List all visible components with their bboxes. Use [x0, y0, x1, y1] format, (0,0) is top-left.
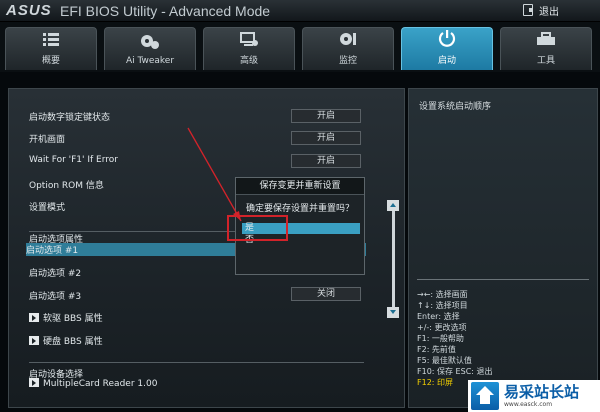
- tab-label: 监控: [338, 56, 357, 66]
- exit-icon: [523, 4, 533, 16]
- tab-overview[interactable]: 概要: [5, 27, 97, 70]
- scroll-up-icon[interactable]: [387, 200, 399, 211]
- tab-label: Ai Tweaker: [125, 56, 175, 66]
- watermark: 易采站长站 www.easck.com: [468, 380, 600, 412]
- key-hint: +/-: 更改选项: [417, 323, 467, 332]
- exit-button[interactable]: 退出: [523, 2, 575, 18]
- key-hint: F1: 一般帮助: [417, 334, 464, 343]
- help-divider: [417, 279, 589, 280]
- boot-option-3-value[interactable]: 关闭: [291, 287, 361, 301]
- watermark-title: 易采站长站: [504, 383, 580, 401]
- section-divider: [29, 362, 364, 363]
- help-title: 设置系统启动顺序: [419, 102, 492, 112]
- tab-boot[interactable]: 启动: [401, 27, 493, 70]
- dialog-question: 确定要保存设置并重置吗？: [245, 204, 354, 214]
- key-hint: F10: 保存 ESC: 退出: [417, 367, 493, 376]
- boot-screen-value[interactable]: 开启: [291, 131, 361, 145]
- wait-f1-label: Wait For 'F1' If Error: [29, 155, 118, 165]
- key-hint: F5: 最佳默认值: [417, 356, 472, 365]
- asus-logo: ASUS: [6, 2, 52, 19]
- hdd-bbs-item[interactable]: 硬盘 BBS 属性: [29, 334, 103, 347]
- wait-f1-value[interactable]: 开启: [291, 154, 361, 168]
- option-rom-label: Option ROM 信息: [29, 181, 104, 191]
- tab-monitor[interactable]: 监控: [302, 27, 394, 70]
- title-bar: ASUS EFI BIOS Utility - Advanced Mode 退出: [0, 0, 600, 22]
- key-hint-highlighted: F12: 印屏: [417, 378, 454, 387]
- tweaker-icon: [141, 35, 159, 49]
- key-hint: ↑↓: 选择项目: [417, 301, 468, 310]
- tool-icon: [537, 32, 555, 45]
- submenu-arrow-icon: [29, 378, 39, 387]
- scroll-track[interactable]: [392, 211, 395, 307]
- annotation-highlight-box: [227, 215, 288, 241]
- boot-device-item[interactable]: MultipleCard Reader 1.00: [29, 378, 157, 391]
- key-hint: →←: 选择画面: [417, 290, 468, 299]
- fan-icon: [340, 33, 356, 45]
- tab-tool[interactable]: 工具: [500, 27, 592, 70]
- boot-option-2-label[interactable]: 启动选项 #2: [29, 266, 81, 279]
- exit-label: 退出: [539, 6, 559, 18]
- tab-ai-tweaker[interactable]: Ai Tweaker: [104, 27, 196, 70]
- list-icon: [43, 33, 59, 46]
- advanced-icon: [240, 32, 258, 46]
- numlock-value[interactable]: 开启: [291, 109, 361, 123]
- submenu-arrow-icon: [29, 336, 39, 345]
- tab-label: 高级: [239, 56, 258, 66]
- boot-screen-label: 开机画面: [29, 135, 66, 145]
- house-icon: [471, 382, 499, 410]
- boot-device-label: MultipleCard Reader 1.00: [43, 379, 158, 389]
- boot-option-3-label: 启动选项 #3: [29, 292, 82, 302]
- scrollbar[interactable]: [387, 200, 399, 318]
- tab-label: 启动: [437, 56, 456, 66]
- hdd-bbs-label: 硬盘 BBS 属性: [43, 337, 103, 347]
- help-panel: 设置系统启动顺序 →←: 选择画面 ↑↓: 选择项目 Enter: 选择 +/-…: [408, 88, 598, 408]
- dialog-title: 保存变更并重新设置: [236, 178, 364, 195]
- key-hint: Enter: 选择: [417, 312, 460, 321]
- tab-advanced[interactable]: 高级: [203, 27, 295, 70]
- watermark-url: www.easck.com: [504, 401, 553, 408]
- app-title: EFI BIOS Utility - Advanced Mode: [60, 3, 271, 19]
- scroll-down-icon[interactable]: [387, 307, 399, 318]
- tab-label: 工具: [536, 56, 555, 66]
- power-icon: [438, 30, 456, 47]
- floppy-bbs-label: 软驱 BBS 属性: [43, 314, 103, 324]
- submenu-arrow-icon: [29, 313, 39, 322]
- boot-option-1-label: 启动选项 #1: [26, 246, 79, 256]
- key-hint: F2: 先前值: [417, 345, 456, 354]
- numlock-label: 启动数字锁定键状态: [29, 113, 111, 123]
- floppy-bbs-item[interactable]: 软驱 BBS 属性: [29, 311, 103, 324]
- setup-mode-label[interactable]: 设置模式: [29, 200, 65, 213]
- tab-bar: 概要 Ai Tweaker 高级 监控 启动 工具: [0, 22, 600, 72]
- tab-label: 概要: [41, 56, 60, 66]
